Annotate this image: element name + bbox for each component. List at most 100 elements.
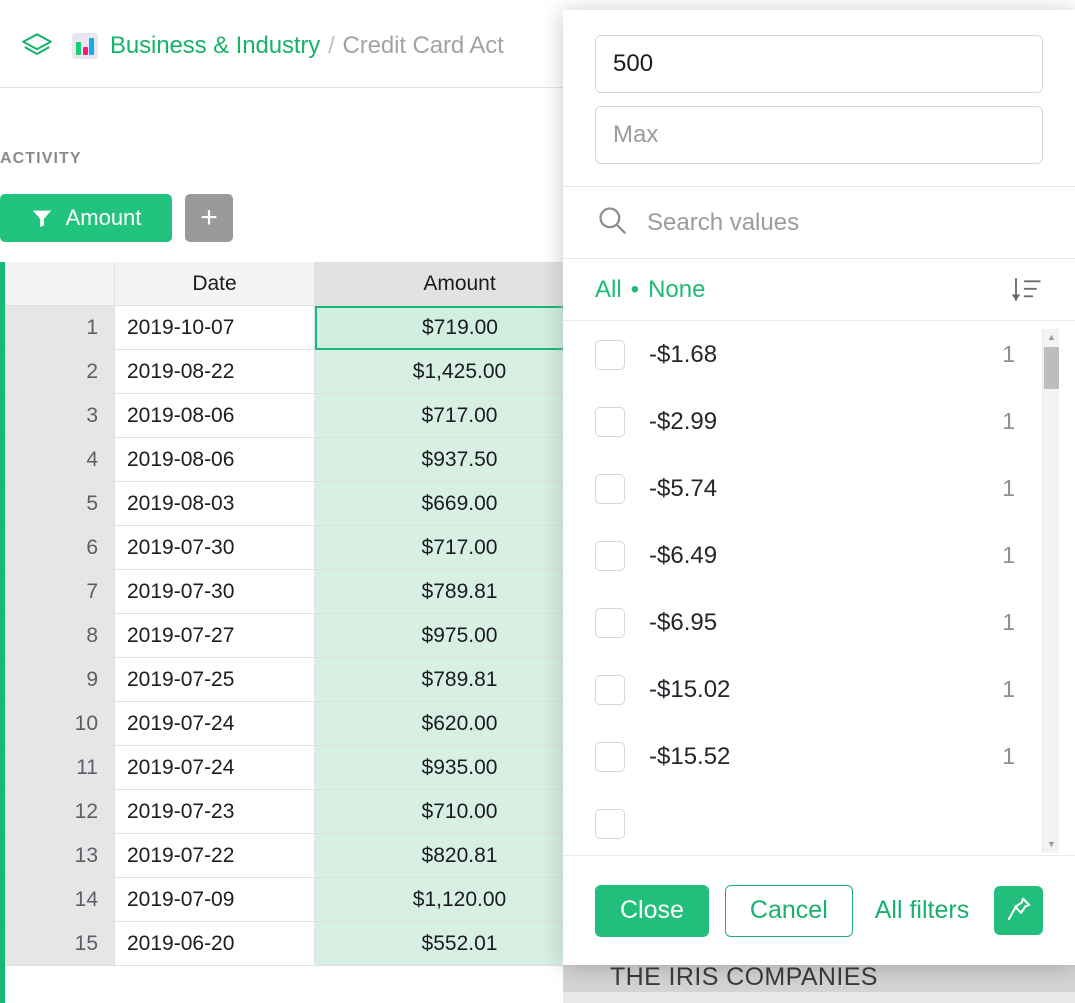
table-cell-date[interactable]: 2019-10-07	[115, 306, 315, 350]
table-row[interactable]: 122019-07-23$710.00	[5, 790, 640, 834]
filter-value-checkbox[interactable]	[595, 742, 625, 772]
min-value-input[interactable]	[595, 35, 1043, 93]
table-cell-amount[interactable]: $717.00	[315, 526, 605, 570]
table-row[interactable]: 12019-10-07$719.00	[5, 306, 640, 350]
pin-button[interactable]	[994, 886, 1043, 935]
table-cell-date[interactable]: 2019-07-25	[115, 658, 315, 702]
filter-value-row[interactable]: -$15.021	[595, 656, 1075, 723]
max-value-input[interactable]	[595, 106, 1043, 164]
table-cell-amount[interactable]: $1,425.00	[315, 350, 605, 394]
table-cell-amount[interactable]: $717.00	[315, 394, 605, 438]
table-cell-amount[interactable]: $937.50	[315, 438, 605, 482]
table-cell-date[interactable]: 2019-07-30	[115, 526, 315, 570]
table-cell-index[interactable]: 8	[5, 614, 115, 658]
table-cell-amount[interactable]: $1,120.00	[315, 878, 605, 922]
table-cell-index[interactable]: 14	[5, 878, 115, 922]
sort-descending-icon[interactable]	[1009, 275, 1043, 305]
scroll-up-arrow[interactable]: ▲	[1043, 329, 1060, 346]
table-row[interactable]: 62019-07-30$717.00	[5, 526, 640, 570]
search-values-input[interactable]	[645, 208, 1043, 238]
select-all-link[interactable]: All	[595, 276, 622, 304]
all-filters-link[interactable]: All filters	[869, 896, 975, 925]
table-row[interactable]: 22019-08-22$1,425.00	[5, 350, 640, 394]
close-button[interactable]: Close	[595, 885, 709, 937]
chevron-left-icon[interactable]: ‹	[0, 34, 8, 58]
table-cell-amount[interactable]: $975.00	[315, 614, 605, 658]
table-cell-date[interactable]: 2019-07-22	[115, 834, 315, 878]
layers-icon[interactable]	[20, 29, 54, 63]
table-cell-index[interactable]: 12	[5, 790, 115, 834]
table-cell-amount[interactable]: $669.00	[315, 482, 605, 526]
table-row[interactable]: 32019-08-06$717.00	[5, 394, 640, 438]
table-row[interactable]: 82019-07-27$975.00	[5, 614, 640, 658]
table-cell-index[interactable]: 6	[5, 526, 115, 570]
filter-list-scrollbar[interactable]: ▲ ▼	[1042, 329, 1059, 853]
table-row[interactable]: 112019-07-24$935.00	[5, 746, 640, 790]
table-cell-date[interactable]: 2019-08-03	[115, 482, 315, 526]
table-cell-date[interactable]: 2019-07-27	[115, 614, 315, 658]
table-header-date[interactable]: Date	[115, 262, 315, 306]
cancel-button[interactable]: Cancel	[725, 885, 853, 937]
table-cell-index[interactable]: 3	[5, 394, 115, 438]
filter-value-row[interactable]: -$5.741	[595, 455, 1075, 522]
table-cell-date[interactable]: 2019-07-09	[115, 878, 315, 922]
table-cell-index[interactable]: 4	[5, 438, 115, 482]
scrollbar-thumb[interactable]	[1044, 347, 1059, 389]
table-cell-index[interactable]: 10	[5, 702, 115, 746]
table-row[interactable]: 92019-07-25$789.81	[5, 658, 640, 702]
table-cell-date[interactable]: 2019-07-24	[115, 702, 315, 746]
table-cell-amount[interactable]: $789.81	[315, 658, 605, 702]
filter-value-checkbox[interactable]	[595, 541, 625, 571]
table-cell-amount[interactable]: $620.00	[315, 702, 605, 746]
table-cell-index[interactable]: 15	[5, 922, 115, 966]
table-row[interactable]: 152019-06-20$552.01	[5, 922, 640, 966]
table-cell-index[interactable]: 9	[5, 658, 115, 702]
table-cell-amount-selected[interactable]: $719.00	[315, 306, 605, 350]
table-cell-amount[interactable]: $935.00	[315, 746, 605, 790]
table-row[interactable]: 102019-07-24$620.00	[5, 702, 640, 746]
table-row[interactable]: 142019-07-09$1,120.00	[5, 878, 640, 922]
table-cell-date[interactable]: 2019-07-30	[115, 570, 315, 614]
table-header-index[interactable]	[5, 262, 115, 306]
bar-chart-icon[interactable]	[72, 33, 98, 59]
table-cell-amount[interactable]: $789.81	[315, 570, 605, 614]
table-cell-date[interactable]: 2019-08-06	[115, 394, 315, 438]
table-cell-date[interactable]: 2019-07-23	[115, 790, 315, 834]
table-row[interactable]: 42019-08-06$937.50	[5, 438, 640, 482]
breadcrumb-parent-link[interactable]: Business & Industry	[110, 32, 320, 59]
filter-value-row[interactable]: -$15.521	[595, 723, 1075, 790]
filter-values-list[interactable]: -$1.681-$2.991-$5.741-$6.491-$6.951-$15.…	[563, 321, 1075, 855]
table-cell-date[interactable]: 2019-07-24	[115, 746, 315, 790]
table-cell-index[interactable]: 11	[5, 746, 115, 790]
table-row[interactable]: 52019-08-03$669.00	[5, 482, 640, 526]
table-cell-index[interactable]: 2	[5, 350, 115, 394]
table-cell-index[interactable]: 1	[5, 306, 115, 350]
table-cell-amount[interactable]: $552.01	[315, 922, 605, 966]
filter-value-row[interactable]: -$6.491	[595, 522, 1075, 589]
table-row[interactable]: 132019-07-22$820.81	[5, 834, 640, 878]
table-cell-index[interactable]: 7	[5, 570, 115, 614]
table-cell-amount[interactable]: $710.00	[315, 790, 605, 834]
filter-value-row[interactable]	[595, 790, 1075, 855]
filter-value-checkbox[interactable]	[595, 608, 625, 638]
filter-value-checkbox[interactable]	[595, 474, 625, 504]
table-cell-date[interactable]: 2019-08-22	[115, 350, 315, 394]
filter-value-row[interactable]: -$6.951	[595, 589, 1075, 656]
table-cell-index[interactable]: 5	[5, 482, 115, 526]
table-cell-amount[interactable]: $820.81	[315, 834, 605, 878]
filter-value-checkbox[interactable]	[595, 407, 625, 437]
filter-value-row[interactable]: -$2.991	[595, 388, 1075, 455]
select-none-link[interactable]: None	[648, 276, 705, 304]
table-row[interactable]: 72019-07-30$789.81	[5, 570, 640, 614]
table-header-amount[interactable]: Amount	[315, 262, 605, 306]
add-filter-button[interactable]: +	[185, 194, 233, 242]
filter-value-checkbox[interactable]	[595, 340, 625, 370]
table-cell-index[interactable]: 13	[5, 834, 115, 878]
filter-value-checkbox[interactable]	[595, 809, 625, 839]
table-cell-date[interactable]: 2019-08-06	[115, 438, 315, 482]
filter-value-row[interactable]: -$1.681	[595, 321, 1075, 388]
filter-chip-amount[interactable]: Amount	[0, 194, 172, 242]
scroll-down-arrow[interactable]: ▼	[1043, 836, 1060, 853]
filter-value-checkbox[interactable]	[595, 675, 625, 705]
table-cell-date[interactable]: 2019-06-20	[115, 922, 315, 966]
